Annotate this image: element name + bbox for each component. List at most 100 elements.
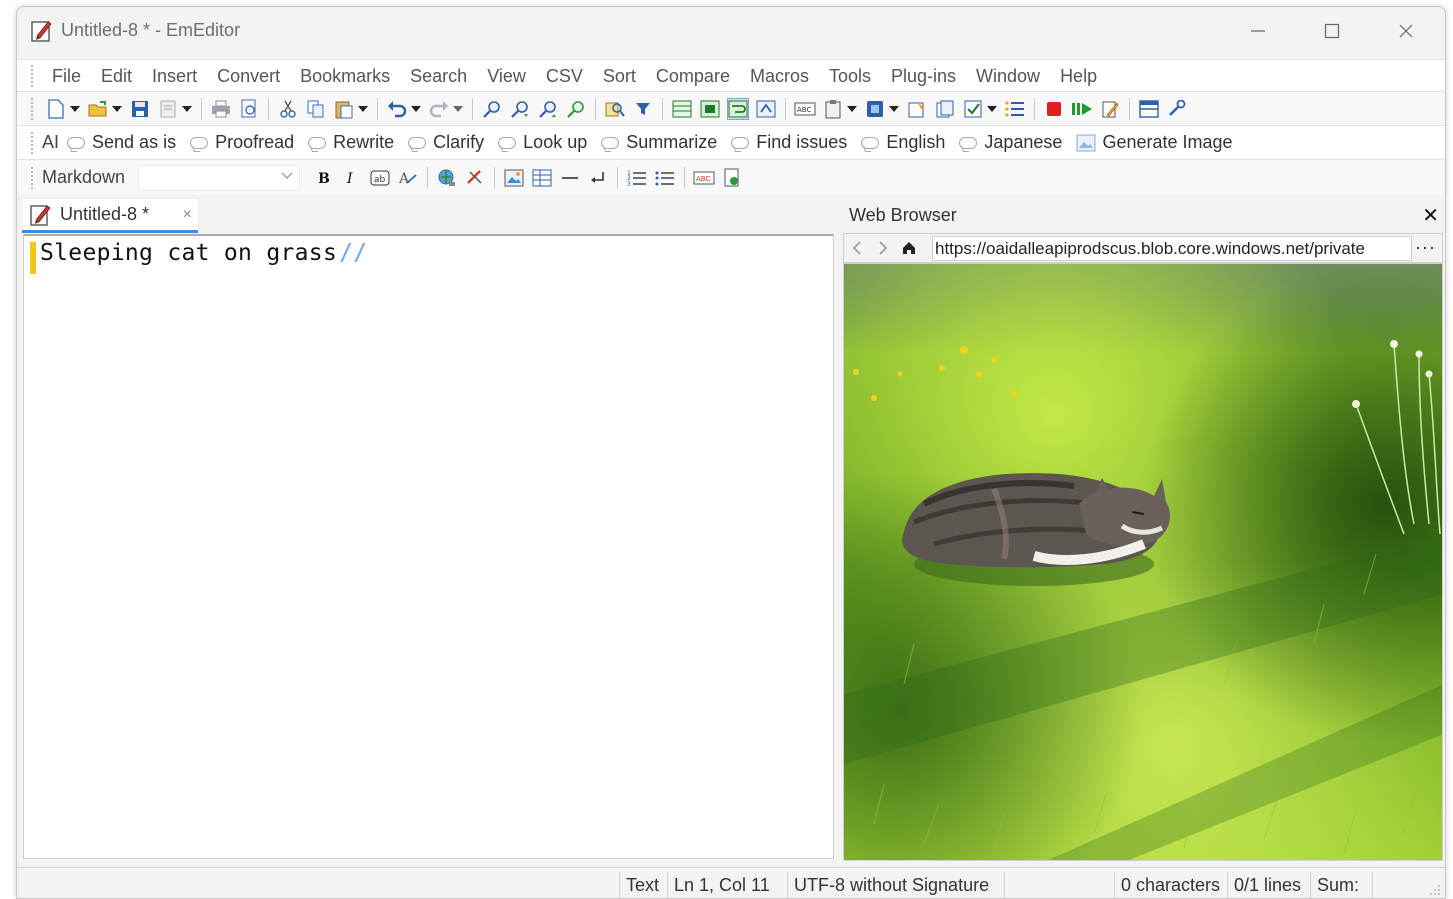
cut-icon[interactable] <box>277 98 299 120</box>
italic-icon[interactable]: I <box>341 167 363 189</box>
insert-image-icon[interactable] <box>503 167 525 189</box>
menu-convert[interactable]: Convert <box>207 62 290 90</box>
insert-table-icon[interactable] <box>531 167 553 189</box>
menu-file[interactable]: File <box>42 62 91 90</box>
resize-grip-icon[interactable] <box>1427 882 1441 896</box>
ai-rewrite-button[interactable]: Rewrite <box>308 130 394 156</box>
strikethrough-icon[interactable]: A <box>397 167 419 189</box>
list-icon[interactable] <box>1004 98 1026 120</box>
spell-check-icon[interactable]: ABC <box>794 98 816 120</box>
insert-link-icon[interactable] <box>436 167 458 189</box>
ai-find-issues-button[interactable]: Find issues <box>731 130 847 156</box>
menu-edit[interactable]: Edit <box>91 62 142 90</box>
split-window-icon[interactable] <box>1138 98 1160 120</box>
menu-macros[interactable]: Macros <box>740 62 819 90</box>
remove-link-icon[interactable] <box>464 167 486 189</box>
ai-summarize-button[interactable]: Summarize <box>601 130 717 156</box>
print-preview-icon[interactable] <box>238 98 260 120</box>
more-options-button[interactable]: ··· <box>1415 237 1436 258</box>
bold-icon[interactable]: B <box>313 167 335 189</box>
customize-icon[interactable] <box>1166 98 1188 120</box>
ai-clarify-button[interactable]: Clarify <box>408 130 484 156</box>
chevron-down-icon[interactable] <box>889 98 899 120</box>
sync-scroll-icon[interactable] <box>755 98 777 120</box>
save-icon[interactable] <box>129 98 151 120</box>
toolbar-grip[interactable] <box>31 131 34 154</box>
url-address-bar[interactable]: https://oaidalleapiprodscus.blob.core.wi… <box>932 236 1412 261</box>
ai-send-as-is-button[interactable]: Send as is <box>67 130 176 156</box>
close-tab-icon[interactable]: × <box>183 206 192 224</box>
copy-icon[interactable] <box>305 98 327 120</box>
view-csv-icon[interactable] <box>671 98 693 120</box>
heading-style-select[interactable] <box>138 164 300 191</box>
new-file-icon[interactable] <box>45 98 67 120</box>
paste-icon[interactable] <box>333 98 355 120</box>
ai-japanese-button[interactable]: Japanese <box>959 130 1062 156</box>
plugin-icon[interactable] <box>864 98 886 120</box>
ai-look-up-button[interactable]: Look up <box>498 130 587 156</box>
menu-tools[interactable]: Tools <box>819 62 881 90</box>
menu-csv[interactable]: CSV <box>536 62 593 90</box>
ai-generate-image-button[interactable]: Generate Image <box>1076 130 1233 156</box>
numbered-list-icon[interactable]: 123 <box>626 167 648 189</box>
find-previous-icon[interactable] <box>537 98 559 120</box>
close-browser-icon[interactable]: ✕ <box>1422 203 1439 228</box>
find-icon[interactable] <box>481 98 503 120</box>
refresh-preview-icon[interactable] <box>721 167 743 189</box>
horizontal-rule-icon[interactable] <box>559 167 581 189</box>
replace-icon[interactable] <box>565 98 587 120</box>
line-break-icon[interactable] <box>587 167 609 189</box>
find-next-icon[interactable] <box>509 98 531 120</box>
preview-icon[interactable]: ABC <box>693 167 715 189</box>
status-encoding[interactable]: UTF-8 without Signature <box>787 872 995 898</box>
status-cursor-position[interactable]: Ln 1, Col 11 <box>667 872 776 898</box>
menu-window[interactable]: Window <box>966 62 1050 90</box>
code-icon[interactable]: ab <box>369 167 391 189</box>
menu-help[interactable]: Help <box>1050 62 1107 90</box>
run-macro-icon[interactable] <box>1071 98 1093 120</box>
edit-macro-icon[interactable] <box>1099 98 1121 120</box>
stop-record-icon[interactable] <box>1043 98 1065 120</box>
home-button[interactable] <box>896 235 922 261</box>
redo-icon[interactable] <box>428 98 450 120</box>
undo-icon[interactable] <box>386 98 408 120</box>
chevron-down-icon[interactable] <box>358 98 368 120</box>
menu-grip[interactable] <box>31 64 34 87</box>
macros-icon[interactable] <box>934 98 956 120</box>
find-in-files-icon[interactable] <box>604 98 626 120</box>
tab-view-icon[interactable] <box>699 98 721 120</box>
toolbar-grip[interactable] <box>31 97 34 120</box>
close-window-button[interactable] <box>1383 15 1429 47</box>
forward-button[interactable] <box>870 235 896 261</box>
toolbar-grip[interactable] <box>31 166 34 189</box>
text-editor[interactable]: Sleeping cat on grass// <box>23 234 834 859</box>
chevron-down-icon[interactable] <box>182 98 192 120</box>
ai-proofread-button[interactable]: Proofread <box>190 130 294 156</box>
maximize-button[interactable] <box>1309 15 1355 47</box>
back-button[interactable] <box>844 235 870 261</box>
chevron-down-icon[interactable] <box>987 98 997 120</box>
chevron-down-icon[interactable] <box>70 98 80 120</box>
open-folder-icon[interactable] <box>87 98 109 120</box>
macro-icon[interactable] <box>906 98 928 120</box>
checkbox-list-icon[interactable] <box>962 98 984 120</box>
filter-icon[interactable] <box>632 98 654 120</box>
status-mode[interactable]: Text <box>619 872 665 898</box>
clipboard-icon[interactable] <box>822 98 844 120</box>
chevron-down-icon[interactable] <box>847 98 857 120</box>
menu-compare[interactable]: Compare <box>646 62 740 90</box>
document-tab[interactable]: Untitled-8 * × <box>22 199 198 233</box>
chevron-down-icon[interactable] <box>453 98 463 120</box>
menu-plugins[interactable]: Plug-ins <box>881 62 966 90</box>
menu-insert[interactable]: Insert <box>142 62 207 90</box>
wrap-icon[interactable] <box>727 97 749 120</box>
chevron-down-icon[interactable] <box>411 98 421 120</box>
print-icon[interactable] <box>210 98 232 120</box>
menu-bookmarks[interactable]: Bookmarks <box>290 62 400 90</box>
minimize-button[interactable] <box>1235 15 1281 47</box>
save-all-icon[interactable] <box>157 98 179 120</box>
bullet-list-icon[interactable] <box>654 167 676 189</box>
menu-search[interactable]: Search <box>400 62 477 90</box>
chevron-down-icon[interactable] <box>112 98 122 120</box>
menu-sort[interactable]: Sort <box>593 62 646 90</box>
